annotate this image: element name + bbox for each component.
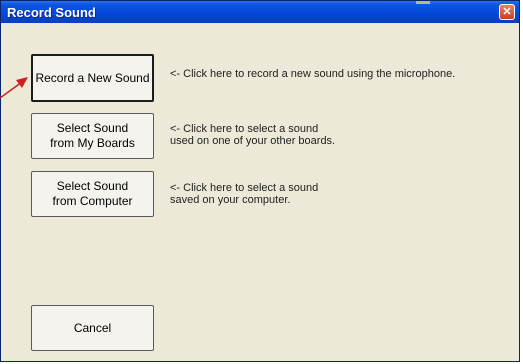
background-window-edge [414,0,434,6]
select-sound-my-boards-button[interactable]: Select Sound from My Boards [31,113,154,159]
select-sound-my-boards-hint: <- Click here to select a sound used on … [170,123,336,147]
record-sound-dialog: Record Sound ✕ Record a New Sound <- Cli… [0,0,520,362]
pointer-arrow-head [16,77,28,88]
pointer-arrow-icon [0,77,28,99]
dialog-body: Record a New Sound <- Click here to reco… [1,23,519,361]
record-new-sound-hint: <- Click here to record a new sound usin… [170,68,456,80]
title-bar[interactable]: Record Sound ✕ [1,1,519,23]
select-sound-computer-hint: <- Click here to select a sound saved on… [170,182,319,206]
close-icon[interactable]: ✕ [499,4,515,20]
pointer-arrow-line [0,81,23,99]
cancel-button[interactable]: Cancel [31,305,154,351]
select-sound-computer-button[interactable]: Select Sound from Computer [31,171,154,217]
